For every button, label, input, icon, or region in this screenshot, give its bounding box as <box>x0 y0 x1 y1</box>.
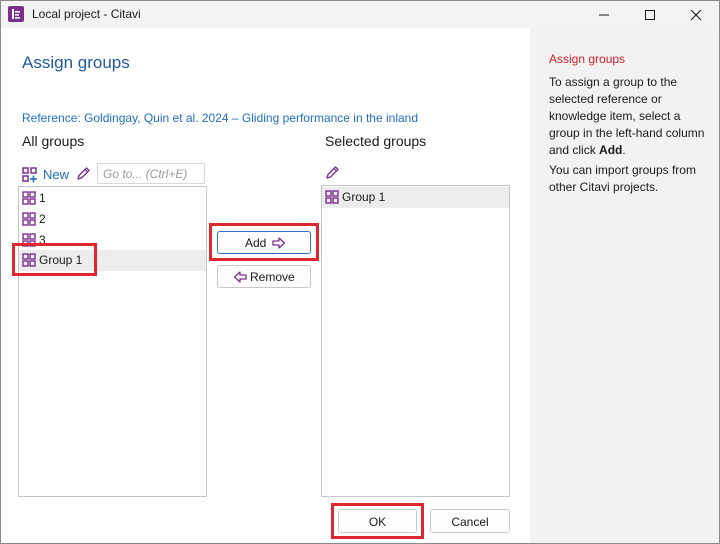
new-group-button[interactable]: New <box>43 167 69 182</box>
remove-button[interactable]: Remove <box>217 265 311 288</box>
reference-link[interactable]: Reference: Goldingay, Quin et al. 2024 –… <box>22 111 418 125</box>
list-item[interactable]: 2 <box>19 209 206 230</box>
group-icon <box>22 212 36 226</box>
cancel-button-label: Cancel <box>451 515 489 529</box>
minimize-button[interactable] <box>581 1 627 28</box>
ok-button[interactable]: OK <box>338 509 417 533</box>
list-item-selected[interactable]: Group 1 <box>19 250 206 271</box>
help-paragraph-1: To assign a group to the selected refere… <box>549 74 714 159</box>
close-button[interactable] <box>673 1 719 28</box>
help-pane: Assign groups To assign a group to the s… <box>530 28 719 543</box>
ok-button-label: OK <box>368 515 387 529</box>
citavi-app-icon <box>8 6 24 22</box>
new-group-icon[interactable] <box>22 167 38 186</box>
help-title: Assign groups <box>549 52 626 66</box>
list-item[interactable]: 3 <box>19 230 206 251</box>
help-text: To assign a group to the selected refere… <box>549 75 705 157</box>
help-text-end: . <box>622 143 626 157</box>
group-icon <box>22 233 36 247</box>
all-groups-label: All groups <box>22 133 85 149</box>
close-icon <box>690 9 702 21</box>
edit-pencil-icon[interactable] <box>324 165 340 184</box>
help-bold-add: Add <box>599 143 623 157</box>
group-icon <box>22 191 36 205</box>
list-item-label: Group 1 <box>342 190 386 204</box>
help-paragraph-2: You can import groups from other Citavi … <box>549 163 696 194</box>
list-item-label: Group 1 <box>39 253 83 267</box>
minimize-icon <box>599 14 609 16</box>
list-item-label: 3 <box>39 233 46 247</box>
dialog-heading: Assign groups <box>22 53 130 72</box>
add-button-label: Add <box>245 236 267 250</box>
edit-pencil-icon[interactable] <box>75 166 91 185</box>
list-item-label: 2 <box>39 212 46 226</box>
add-button[interactable]: Add <box>217 231 311 254</box>
list-item-label: 1 <box>39 191 46 205</box>
window-title: Local project - Citavi <box>32 7 141 21</box>
arrow-left-icon <box>233 271 247 283</box>
cancel-button[interactable]: Cancel <box>430 509 510 533</box>
all-groups-list[interactable]: 1 2 3 Group 1 <box>18 186 207 497</box>
selected-groups-label: Selected groups <box>325 133 427 149</box>
group-icon <box>325 190 339 204</box>
remove-button-label: Remove <box>250 270 295 284</box>
arrow-right-icon <box>272 237 286 249</box>
group-icon <box>22 253 36 267</box>
goto-search-input[interactable]: Go to... (Ctrl+E) <box>97 163 205 184</box>
selected-groups-list[interactable]: Group 1 <box>321 185 510 497</box>
maximize-icon <box>645 10 655 20</box>
maximize-button[interactable] <box>627 1 673 28</box>
list-item[interactable]: 1 <box>19 188 206 209</box>
citavi-window: Local project - Citavi Assign groups Ref… <box>0 0 720 544</box>
title-bar: Local project - Citavi <box>1 1 719 28</box>
list-item[interactable]: Group 1 <box>322 187 509 208</box>
